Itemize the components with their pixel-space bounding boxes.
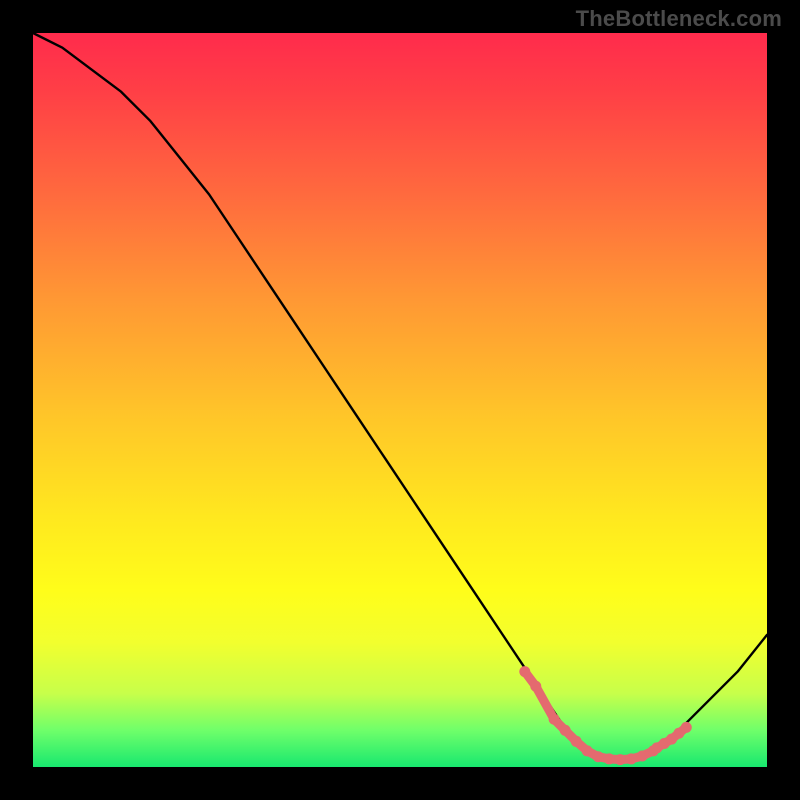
highlight-dot — [637, 750, 648, 761]
highlight-dot — [604, 753, 615, 764]
bottleneck-curve — [33, 33, 767, 760]
highlight-dot — [560, 725, 571, 736]
watermark-label: TheBottleneck.com — [576, 6, 782, 32]
highlight-dot — [571, 736, 582, 747]
highlight-dot — [615, 754, 626, 765]
highlight-dot — [593, 751, 604, 762]
highlight-dot — [626, 753, 637, 764]
highlight-dot — [681, 722, 692, 733]
highlight-dot — [519, 666, 530, 677]
highlight-dot — [530, 681, 541, 692]
highlight-dots — [519, 666, 691, 765]
highlight-dot — [549, 714, 560, 725]
curve-layer — [33, 33, 767, 767]
plot-area — [33, 33, 767, 767]
highlight-dot — [582, 745, 593, 756]
chart-frame: TheBottleneck.com — [0, 0, 800, 800]
